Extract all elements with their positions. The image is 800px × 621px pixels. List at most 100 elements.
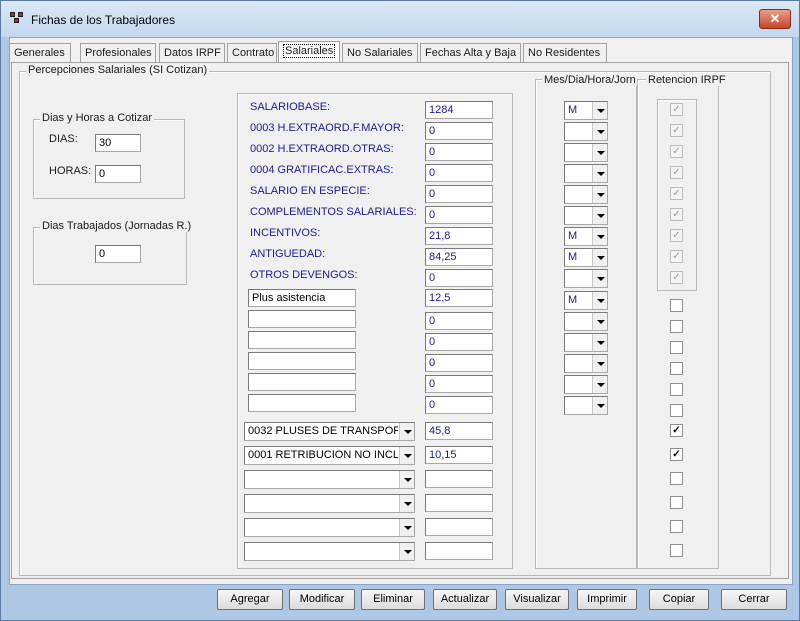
chevron-down-icon[interactable] xyxy=(592,186,607,203)
concept-value-input[interactable] xyxy=(425,470,493,488)
period-select[interactable] xyxy=(564,312,608,331)
concept-select[interactable] xyxy=(244,518,415,537)
period-select[interactable]: M xyxy=(564,227,608,246)
concept-value-input[interactable]: 0 xyxy=(425,143,493,161)
chevron-down-icon[interactable] xyxy=(592,376,607,393)
concept-name-input[interactable] xyxy=(248,310,356,328)
agregar-button[interactable]: Agregar xyxy=(217,589,283,610)
tab-fechas-alta-y-baja[interactable]: Fechas Alta y Baja xyxy=(420,43,521,62)
irpf-checkbox[interactable] xyxy=(670,544,683,557)
period-select[interactable] xyxy=(564,164,608,183)
period-select[interactable] xyxy=(564,122,608,141)
concept-select[interactable] xyxy=(244,470,415,489)
irpf-checkbox[interactable] xyxy=(670,362,683,375)
chevron-down-icon[interactable] xyxy=(592,313,607,330)
irpf-checkbox[interactable]: ✓ xyxy=(670,448,683,461)
tab-profesionales[interactable]: Profesionales xyxy=(80,43,156,62)
concept-value-input[interactable]: 0 xyxy=(425,312,493,330)
concept-value-input[interactable]: 0 xyxy=(425,122,493,140)
chevron-down-icon[interactable] xyxy=(592,397,607,414)
concept-select[interactable] xyxy=(244,494,415,513)
concept-select[interactable] xyxy=(244,542,415,561)
concept-value-input[interactable]: 0 xyxy=(425,333,493,351)
chevron-down-icon[interactable] xyxy=(592,165,607,182)
concept-value-input[interactable]: 45,8 xyxy=(425,422,493,440)
irpf-checkbox[interactable] xyxy=(670,520,683,533)
period-select[interactable] xyxy=(564,375,608,394)
irpf-checkbox[interactable] xyxy=(670,320,683,333)
copiar-button[interactable]: Copiar xyxy=(649,589,709,610)
concept-value-input[interactable]: 0 xyxy=(425,396,493,414)
concept-value-input[interactable]: 21,8 xyxy=(425,227,493,245)
dias-input[interactable]: 30 xyxy=(95,134,141,152)
period-select[interactable] xyxy=(564,333,608,352)
concept-value-input[interactable]: 84,25 xyxy=(425,248,493,266)
concept-value-input[interactable]: 0 xyxy=(425,269,493,287)
irpf-checkbox[interactable] xyxy=(670,341,683,354)
concept-value-input[interactable]: 10,15 xyxy=(425,446,493,464)
concept-select[interactable]: 0001 RETRIBUCION NO INCLU xyxy=(244,446,415,465)
period-select[interactable]: M xyxy=(564,101,608,120)
irpf-checkbox[interactable] xyxy=(670,404,683,417)
eliminar-button[interactable]: Eliminar xyxy=(361,589,425,610)
concept-name-input[interactable] xyxy=(248,331,356,349)
period-select[interactable] xyxy=(564,269,608,288)
period-select[interactable] xyxy=(564,354,608,373)
concept-value-input[interactable]: 0 xyxy=(425,354,493,372)
concept-value-input[interactable]: 0 xyxy=(425,164,493,182)
concept-value-input[interactable] xyxy=(425,518,493,536)
chevron-down-icon[interactable] xyxy=(592,144,607,161)
concept-value-input[interactable] xyxy=(425,542,493,560)
cerrar-button[interactable]: Cerrar xyxy=(721,589,787,610)
chevron-down-icon[interactable] xyxy=(592,292,607,309)
irpf-checkbox[interactable] xyxy=(670,472,683,485)
irpf-checkbox[interactable] xyxy=(670,496,683,509)
concept-value-input[interactable] xyxy=(425,494,493,512)
period-select[interactable]: M xyxy=(564,291,608,310)
actualizar-button[interactable]: Actualizar xyxy=(433,589,497,610)
tab-datos-irpf[interactable]: Datos IRPF xyxy=(159,43,225,62)
close-icon[interactable]: ✕ xyxy=(759,9,791,29)
chevron-down-icon[interactable] xyxy=(592,123,607,140)
concept-value-input[interactable]: 0 xyxy=(425,206,493,224)
chevron-down-icon[interactable] xyxy=(399,471,414,488)
concept-name-input[interactable] xyxy=(248,373,356,391)
visualizar-button[interactable]: Visualizar xyxy=(505,589,569,610)
period-select[interactable] xyxy=(564,185,608,204)
period-select[interactable] xyxy=(564,396,608,415)
chevron-down-icon[interactable] xyxy=(399,543,414,560)
chevron-down-icon[interactable] xyxy=(592,270,607,287)
chevron-down-icon[interactable] xyxy=(399,495,414,512)
concept-value-input[interactable]: 0 xyxy=(425,185,493,203)
horas-input[interactable]: 0 xyxy=(95,165,141,183)
tab-salariales[interactable]: Salariales xyxy=(278,41,340,63)
dias-trabajados-input[interactable]: 0 xyxy=(95,245,141,263)
concept-name-input[interactable] xyxy=(248,394,356,412)
chevron-down-icon[interactable] xyxy=(592,249,607,266)
tab-no-salariales[interactable]: No Salariales xyxy=(342,43,418,62)
tab-contrato[interactable]: Contrato xyxy=(227,43,277,62)
concept-select[interactable]: 0032 PLUSES DE TRANSPOR xyxy=(244,422,415,441)
chevron-down-icon[interactable] xyxy=(592,355,607,372)
imprimir-button[interactable]: Imprimir xyxy=(577,589,637,610)
concept-value-input[interactable]: 12,5 xyxy=(425,289,493,307)
irpf-checkbox[interactable] xyxy=(670,299,683,312)
concept-value-input[interactable]: 0 xyxy=(425,375,493,393)
chevron-down-icon[interactable] xyxy=(592,228,607,245)
concept-value-input[interactable]: 1284 xyxy=(425,101,493,119)
tab-generales[interactable]: Generales xyxy=(9,43,71,62)
chevron-down-icon[interactable] xyxy=(592,334,607,351)
chevron-down-icon[interactable] xyxy=(592,207,607,224)
period-select[interactable]: M xyxy=(564,248,608,267)
chevron-down-icon[interactable] xyxy=(399,447,414,464)
irpf-checkbox[interactable]: ✓ xyxy=(670,424,683,437)
chevron-down-icon[interactable] xyxy=(592,102,607,119)
modificar-button[interactable]: Modificar xyxy=(289,589,355,610)
concept-name-input[interactable] xyxy=(248,352,356,370)
period-select[interactable] xyxy=(564,143,608,162)
chevron-down-icon[interactable] xyxy=(399,423,414,440)
concept-name-input[interactable]: Plus asistencia xyxy=(248,289,356,307)
tab-no-residentes[interactable]: No Residentes xyxy=(523,43,607,62)
chevron-down-icon[interactable] xyxy=(399,519,414,536)
period-select[interactable] xyxy=(564,206,608,225)
